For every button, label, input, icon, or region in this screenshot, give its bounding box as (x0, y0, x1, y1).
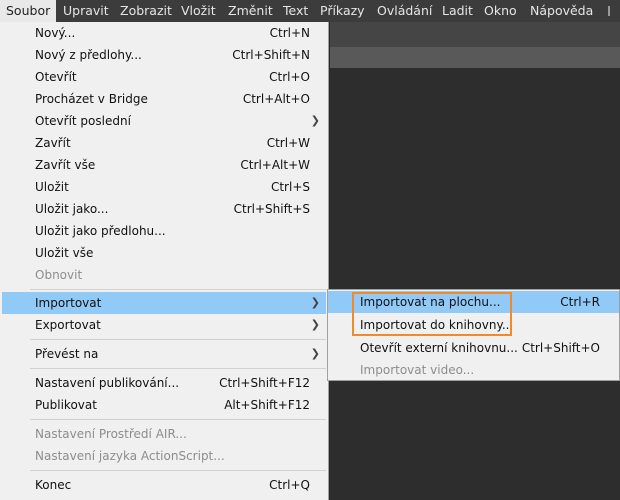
menu-item-label: Převést na (35, 347, 99, 361)
menu-prikazy[interactable]: Příkazy (314, 0, 371, 22)
import-submenu: Importovat na plochu... Ctrl+R Importova… (327, 289, 620, 381)
menu-item-label: Uložit jako... (35, 202, 109, 216)
menu-item-shortcut: Ctrl+N (269, 26, 310, 40)
menu-item-label: Uložit (35, 180, 69, 194)
menu-item-prochazet-v-bridge[interactable]: Procházet v Bridge Ctrl+Alt+O (2, 88, 326, 110)
menu-item-ulozit-vse[interactable]: Uložit vše (2, 242, 326, 264)
menu-item-nastaveni-actionscript: Nastavení jazyka ActionScript... (2, 445, 326, 467)
menu-item-label: Nastavení publikování... (35, 376, 180, 390)
menu-item-label: Nastavení Prostředí AIR... (35, 427, 187, 441)
menu-item-label: Importovat video... (360, 363, 475, 377)
menu-item-nastaveni-publikovani[interactable]: Nastavení publikování... Ctrl+Shift+F12 (2, 372, 326, 394)
menu-item-shortcut: Ctrl+Shift+O (521, 341, 600, 355)
menu-item-shortcut: Ctrl+Shift+F12 (219, 376, 310, 390)
menu-item-label: Zavřít vše (35, 158, 96, 172)
menu-item-label: Konec (35, 478, 72, 492)
menu-separator (30, 368, 326, 369)
stage-area (330, 68, 620, 500)
menu-item-label: Importovat do knihovny... (360, 318, 514, 332)
menu-item-label: Zavřít (35, 136, 71, 150)
menu-napoveda[interactable]: Nápověda (524, 0, 599, 22)
menu-separator (30, 339, 326, 340)
submenu-item-importovat-do-knihovny[interactable]: Importovat do knihovny... (328, 314, 619, 336)
chevron-right-icon: ❯ (310, 318, 320, 331)
menu-okno[interactable]: Okno (478, 0, 523, 22)
menu-item-label: Obnovit (35, 268, 83, 282)
menu-text[interactable]: Text (277, 0, 314, 22)
menu-item-publikovat[interactable]: Publikovat Alt+Shift+F12 (2, 394, 326, 416)
menu-item-obnovit: Obnovit (2, 264, 326, 286)
menu-item-shortcut: Ctrl+R (560, 295, 600, 309)
menu-item-otevrit[interactable]: Otevřít Ctrl+O (2, 66, 326, 88)
menu-item-shortcut: Ctrl+Alt+O (242, 92, 310, 106)
menu-item-label: Publikovat (35, 398, 97, 412)
menu-ovladani[interactable]: Ovládání (371, 0, 438, 22)
menu-item-label: Uložit jako předlohu... (35, 224, 166, 238)
document-tab-bar (330, 22, 620, 47)
menu-separator (30, 419, 326, 420)
menu-item-shortcut: Alt+Shift+F12 (224, 398, 310, 412)
menu-item-zavrit-vse[interactable]: Zavřít vše Ctrl+Alt+W (2, 154, 326, 176)
menu-soubor[interactable]: Soubor (0, 0, 57, 22)
menu-item-ulozit-jako[interactable]: Uložit jako... Ctrl+Shift+S (2, 198, 326, 220)
submenu-item-otevrit-externi-knihovnu[interactable]: Otevřít externí knihovnu... Ctrl+Shift+O (328, 337, 619, 359)
file-menu: Nový... Ctrl+N Nový z předlohy... Ctrl+S… (0, 22, 329, 500)
menu-item-ulozit[interactable]: Uložit Ctrl+S (2, 176, 326, 198)
menu-item-zavrit[interactable]: Zavřít Ctrl+W (2, 132, 326, 154)
menu-zmenit[interactable]: Změnit (222, 0, 279, 22)
menu-item-shortcut: Ctrl+Shift+S (233, 202, 310, 216)
menu-item-label: Procházet v Bridge (35, 92, 148, 106)
submenu-item-importovat-video: Importovat video... (328, 359, 619, 381)
menu-item-label: Importovat (35, 296, 102, 310)
menu-item-label: Nový... (35, 26, 76, 40)
menu-ladit[interactable]: Ladit (436, 0, 479, 22)
menu-item-nastaveni-air: Nastavení Prostředí AIR... (2, 423, 326, 445)
menu-item-label: Exportovat (35, 318, 101, 332)
menu-item-label: Nastavení jazyka ActionScript... (35, 449, 225, 463)
chevron-right-icon: ❯ (310, 347, 320, 360)
chevron-right-icon: ❯ (310, 296, 320, 309)
menu-item-novy[interactable]: Nový... Ctrl+N (2, 22, 326, 44)
menu-item-shortcut: Ctrl+Shift+N (232, 48, 310, 62)
menu-item-prevest-na[interactable]: Převést na ❯ (2, 343, 326, 365)
menu-separator (30, 470, 326, 471)
menu-bar: Soubor Upravit Zobrazit Vložit Změnit Te… (0, 0, 620, 22)
menu-item-shortcut: Ctrl+O (269, 70, 310, 84)
menu-item-ulozit-jako-predlohu[interactable]: Uložit jako předlohu... (2, 220, 326, 242)
menu-item-label: Uložit vše (35, 246, 94, 260)
menu-item-otevrit-posledni[interactable]: Otevřít poslední ❯ (2, 110, 326, 132)
edit-bar (330, 47, 620, 68)
menu-item-label: Nový z předlohy... (35, 48, 142, 62)
menu-item-exportovat[interactable]: Exportovat ❯ (2, 314, 326, 336)
menu-item-shortcut: Ctrl+Alt+W (240, 158, 310, 172)
chevron-right-icon: ❯ (310, 114, 320, 127)
menu-item-shortcut: Ctrl+Q (269, 478, 310, 492)
window-control-icon[interactable] (604, 0, 620, 22)
menu-item-label: Importovat na plochu... (360, 295, 501, 309)
menu-vlozit[interactable]: Vložit (175, 0, 222, 22)
submenu-item-importovat-na-plochu[interactable]: Importovat na plochu... Ctrl+R (328, 291, 619, 313)
menu-item-label: Otevřít (35, 70, 77, 84)
menu-zobrazit[interactable]: Zobrazit (114, 0, 178, 22)
menu-separator (30, 289, 326, 290)
menu-upravit[interactable]: Upravit (57, 0, 115, 22)
menu-item-shortcut: Ctrl+S (270, 180, 310, 194)
menu-item-label: Otevřít poslední (35, 114, 131, 128)
menu-item-konec[interactable]: Konec Ctrl+Q (2, 474, 326, 496)
menu-item-importovat[interactable]: Importovat ❯ (2, 292, 326, 314)
menu-item-label: Otevřít externí knihovnu... (360, 341, 518, 355)
menu-item-shortcut: Ctrl+W (266, 136, 310, 150)
menu-item-novy-z-predlohy[interactable]: Nový z předlohy... Ctrl+Shift+N (2, 44, 326, 66)
